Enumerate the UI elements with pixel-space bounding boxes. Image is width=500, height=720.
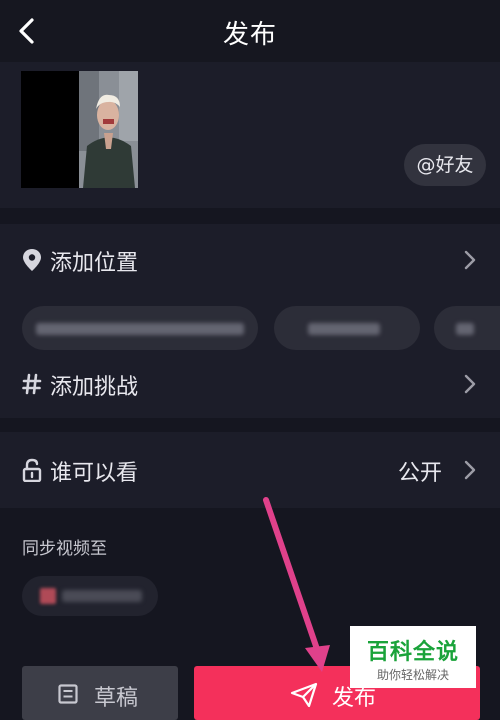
chevron-right-icon bbox=[464, 374, 476, 394]
mention-friends-button[interactable]: @好友 bbox=[404, 144, 486, 186]
section-divider bbox=[0, 208, 500, 224]
video-cover-image[interactable] bbox=[79, 71, 138, 188]
watermark-logo: 百科全说 助你轻松解决 bbox=[350, 626, 476, 688]
section-divider bbox=[0, 418, 500, 432]
watermark-title: 百科全说 bbox=[366, 640, 459, 665]
post-options: 添加位置 添加挑战 bbox=[0, 224, 500, 418]
add-challenge-label: 添加挑战 bbox=[50, 375, 139, 400]
location-suggestion-chip[interactable] bbox=[22, 306, 258, 350]
draft-icon bbox=[58, 684, 78, 704]
send-icon bbox=[290, 682, 318, 708]
add-location-row[interactable]: 添加位置 bbox=[0, 230, 500, 290]
who-can-view-row[interactable]: 谁可以看 公开 bbox=[0, 440, 500, 500]
privacy-section: 谁可以看 公开 bbox=[0, 432, 500, 508]
location-suggestion-chip[interactable] bbox=[434, 306, 500, 350]
sync-platform-toggle[interactable] bbox=[22, 576, 158, 616]
unlock-icon bbox=[22, 458, 42, 482]
sync-video-label: 同步视频至 bbox=[22, 539, 107, 559]
watermark-subtitle: 助你轻松解决 bbox=[376, 668, 449, 682]
who-can-view-label: 谁可以看 bbox=[50, 461, 139, 486]
hashtag-icon bbox=[22, 373, 42, 395]
video-thumbnail-dark[interactable] bbox=[21, 71, 79, 188]
platform-icon bbox=[40, 588, 56, 604]
privacy-value: 公开 bbox=[397, 461, 442, 486]
add-location-label: 添加位置 bbox=[50, 251, 139, 276]
media-section: @好友 bbox=[0, 62, 500, 208]
chevron-right-icon bbox=[464, 460, 476, 480]
page-title: 发布 bbox=[222, 20, 277, 50]
location-suggestions bbox=[0, 306, 500, 354]
location-pin-icon bbox=[23, 249, 41, 271]
add-challenge-row[interactable]: 添加挑战 bbox=[0, 354, 500, 414]
draft-label: 草稿 bbox=[94, 686, 139, 711]
top-bar: 发布 bbox=[0, 0, 500, 62]
location-suggestion-chip[interactable] bbox=[274, 306, 420, 350]
chevron-right-icon bbox=[464, 250, 476, 270]
